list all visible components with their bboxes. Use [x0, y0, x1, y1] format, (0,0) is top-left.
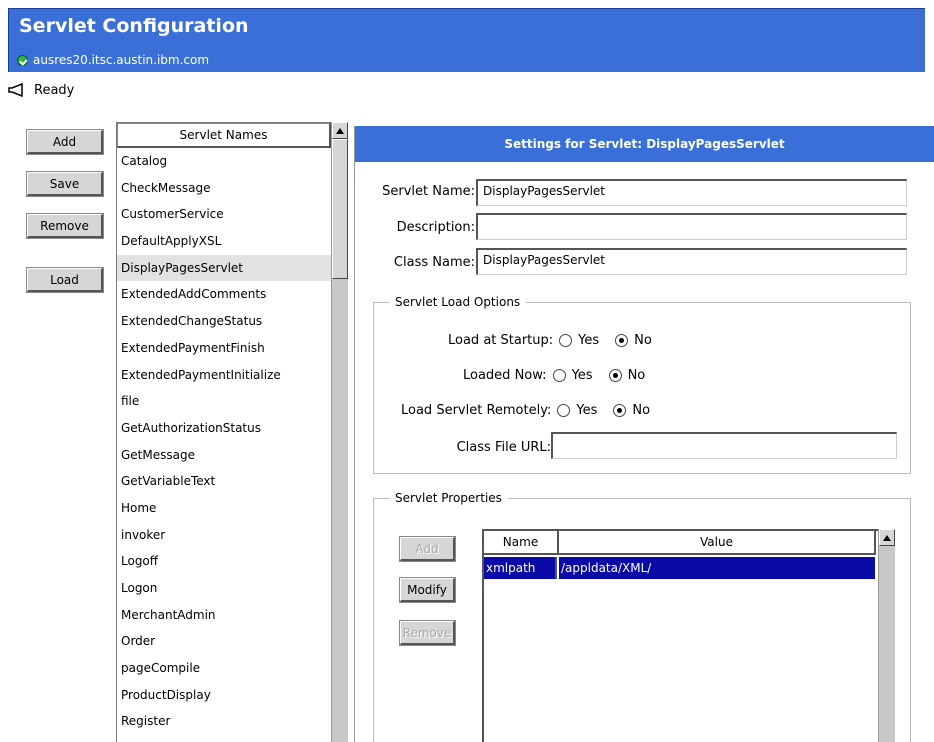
servlet-name-label: Servlet Name:	[382, 184, 475, 199]
load-at-startup-yes-radio[interactable]	[559, 334, 573, 347]
load-at-startup-label: Load at Startup:	[448, 333, 554, 348]
list-item[interactable]: CheckMessage	[117, 175, 331, 202]
property-name-cell[interactable]: xmlpath	[484, 557, 557, 579]
properties-table[interactable]: Name Value xmlpath /appldata/XML/	[482, 529, 878, 742]
list-item[interactable]: DefaultApplyXSL	[117, 228, 331, 255]
class-name-input[interactable]: DisplayPagesServlet	[476, 248, 907, 275]
scroll-thumb[interactable]	[332, 139, 348, 279]
servlet-name-input[interactable]: DisplayPagesServlet	[476, 179, 907, 206]
list-item[interactable]: ExtendedAddComments	[117, 281, 331, 308]
scroll-up-button[interactable]	[879, 529, 895, 546]
class-name-label: Class Name:	[393, 255, 475, 270]
status-text: Ready	[34, 82, 75, 98]
load-remotely-row: Load Servlet Remotely: Yes No	[401, 403, 650, 418]
description-label: Description:	[396, 220, 475, 235]
list-item[interactable]: ExtendedPaymentFinish	[117, 335, 331, 362]
list-item[interactable]: Logoff	[117, 548, 331, 575]
no-label: No	[634, 333, 652, 348]
load-remotely-no-radio[interactable]	[613, 404, 627, 417]
host-name: ausres20.itsc.austin.ibm.com	[33, 53, 210, 67]
load-button[interactable]: Load	[26, 267, 104, 293]
arrow-up-icon	[336, 127, 344, 134]
list-item[interactable]: GetMessage	[117, 442, 331, 469]
servlet-names-header[interactable]: Servlet Names	[117, 123, 331, 148]
table-row[interactable]: xmlpath /appldata/XML/	[484, 557, 875, 579]
property-value-cell[interactable]: /appldata/XML/	[559, 557, 875, 579]
yes-label: Yes	[571, 368, 593, 383]
class-file-url-input[interactable]	[551, 432, 897, 459]
list-item[interactable]: Home	[117, 495, 331, 522]
arrow-up-icon	[883, 534, 891, 541]
loaded-now-row: Loaded Now: Yes No	[463, 368, 645, 383]
list-item[interactable]: ExtendedChangeStatus	[117, 308, 331, 335]
megaphone-icon	[8, 83, 26, 97]
servlet-list-scrollbar[interactable]	[331, 122, 348, 742]
add-servlet-button[interactable]: Add	[26, 129, 104, 155]
load-options-legend: Servlet Load Options	[389, 295, 527, 309]
list-item[interactable]: GetAuthorizationStatus	[117, 415, 331, 442]
list-item[interactable]: Catalog	[117, 148, 331, 175]
no-label: No	[627, 368, 646, 383]
list-item[interactable]: invoker	[117, 522, 331, 549]
connected-icon	[17, 54, 28, 66]
yes-label: Yes	[576, 403, 598, 418]
title-bar: Servlet Configuration ausres20.itsc.aust…	[8, 8, 925, 72]
load-at-startup-no-radio[interactable]	[615, 334, 629, 347]
save-button[interactable]: Save	[26, 171, 104, 197]
no-label: No	[632, 403, 651, 418]
remove-servlet-button[interactable]: Remove	[26, 213, 104, 239]
loaded-now-label: Loaded Now:	[463, 368, 547, 383]
list-item[interactable]: ProductDisplay	[117, 682, 331, 709]
list-item[interactable]: pageCompile	[117, 655, 331, 682]
name-column-header[interactable]: Name	[484, 531, 559, 555]
yes-label: Yes	[578, 333, 600, 348]
scroll-up-button[interactable]	[332, 122, 348, 139]
servlet-names-list[interactable]: Servlet Names Catalog CheckMessage Custome…	[116, 122, 331, 742]
settings-title: Settings for Servlet: DisplayPagesServle…	[355, 126, 934, 162]
load-remotely-label: Load Servlet Remotely:	[401, 403, 552, 418]
add-property-button[interactable]: Add	[399, 536, 456, 562]
list-item[interactable]: Register	[117, 708, 331, 735]
list-item[interactable]: file	[117, 388, 331, 415]
class-file-url-label: Class File URL:	[456, 440, 551, 455]
loaded-now-no-radio[interactable]	[608, 369, 622, 382]
load-remotely-yes-radio[interactable]	[557, 404, 571, 417]
remove-property-button[interactable]: Remove	[399, 620, 456, 646]
properties-scrollbar[interactable]	[878, 529, 895, 742]
list-item[interactable]: MerchantAdmin	[117, 602, 331, 629]
list-item[interactable]: DisplayPagesServlet	[117, 254, 331, 282]
loaded-now-yes-radio[interactable]	[552, 369, 566, 382]
list-item[interactable]: GetVariableText	[117, 468, 331, 495]
status-bar: Ready	[8, 80, 74, 100]
list-item[interactable]: CustomerService	[117, 201, 331, 228]
value-column-header[interactable]: Value	[559, 531, 876, 555]
list-item[interactable]: ExtendedPaymentInitialize	[117, 362, 331, 389]
servlet-properties-legend: Servlet Properties	[389, 491, 508, 505]
modify-property-button[interactable]: Modify	[399, 577, 456, 603]
window-title: Servlet Configuration	[19, 15, 249, 37]
servlet-list-items: Catalog CheckMessage CustomerService Defaul…	[117, 148, 331, 735]
list-item[interactable]: Order	[117, 628, 331, 655]
description-input[interactable]	[476, 213, 907, 240]
host-label: ausres20.itsc.austin.ibm.com	[17, 53, 209, 67]
list-item[interactable]: Logon	[117, 575, 331, 602]
load-at-startup-row: Load at Startup: Yes No	[448, 333, 652, 348]
